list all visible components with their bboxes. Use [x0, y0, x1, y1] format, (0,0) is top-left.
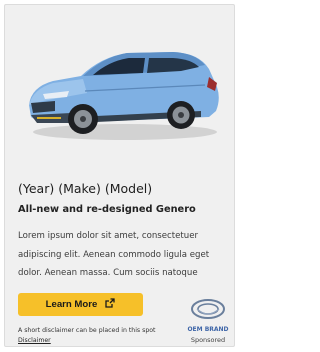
ad-subtitle: All-new and re-designed Genero	[18, 204, 196, 215]
ad-card[interactable]: (Year) (Make) (Model) All-new and re-des…	[4, 4, 235, 347]
sponsored-label: Sponsored	[190, 336, 226, 344]
oem-brand-logo[interactable]	[189, 297, 227, 323]
disclaimer-text: A short disclaimer can be placed in this…	[18, 327, 156, 334]
ad-body: Lorem ipsum dolor sit amet, consectetuer…	[18, 231, 210, 278]
disclaimer-link[interactable]: Disclaimer	[18, 337, 51, 344]
brand-name: OEM BRAND	[187, 326, 229, 333]
learn-more-button[interactable]: Learn More	[18, 293, 143, 316]
external-link-icon	[105, 298, 116, 311]
disclaimer: A short disclaimer can be placed in this…	[18, 326, 170, 345]
learn-more-label: Learn More	[45, 299, 98, 310]
ad-title[interactable]: (Year) (Make) (Model)	[18, 181, 152, 196]
car-image[interactable]	[23, 31, 223, 149]
